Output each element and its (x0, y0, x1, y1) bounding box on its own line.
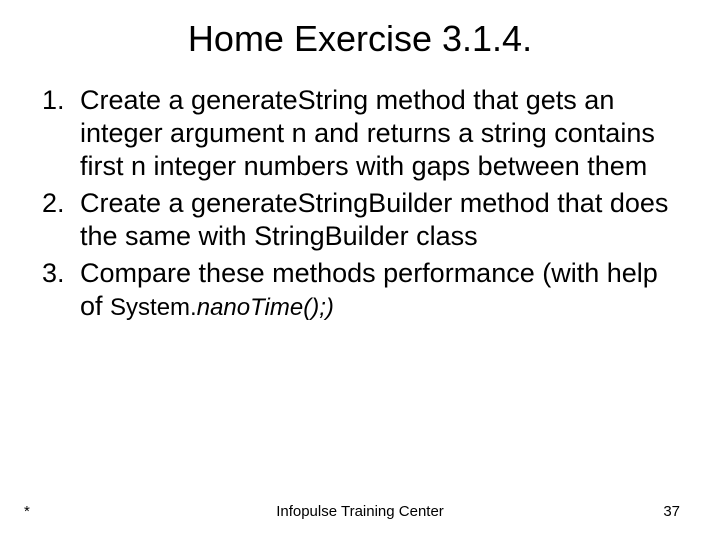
list-item: Compare these methods performance (with … (72, 257, 672, 323)
list-item: Create a generateStringBuilder method th… (72, 187, 672, 253)
list-item: Create a generateString method that gets… (72, 84, 672, 183)
footer-left: * (24, 503, 30, 520)
code-text: System. (110, 294, 197, 321)
footer-right: 37 (663, 503, 680, 520)
code-text-italic: nanoTime();) (197, 294, 334, 321)
page-title: Home Exercise 3.1.4. (0, 0, 720, 84)
item-text: Create a generateString method that gets… (80, 85, 655, 181)
footer-center: Infopulse Training Center (0, 503, 720, 520)
item-text: Create a generateStringBuilder method th… (80, 188, 668, 251)
exercise-list: Create a generateString method that gets… (24, 84, 672, 323)
footer: * Infopulse Training Center 37 (0, 503, 720, 520)
content-area: Create a generateString method that gets… (0, 84, 720, 323)
